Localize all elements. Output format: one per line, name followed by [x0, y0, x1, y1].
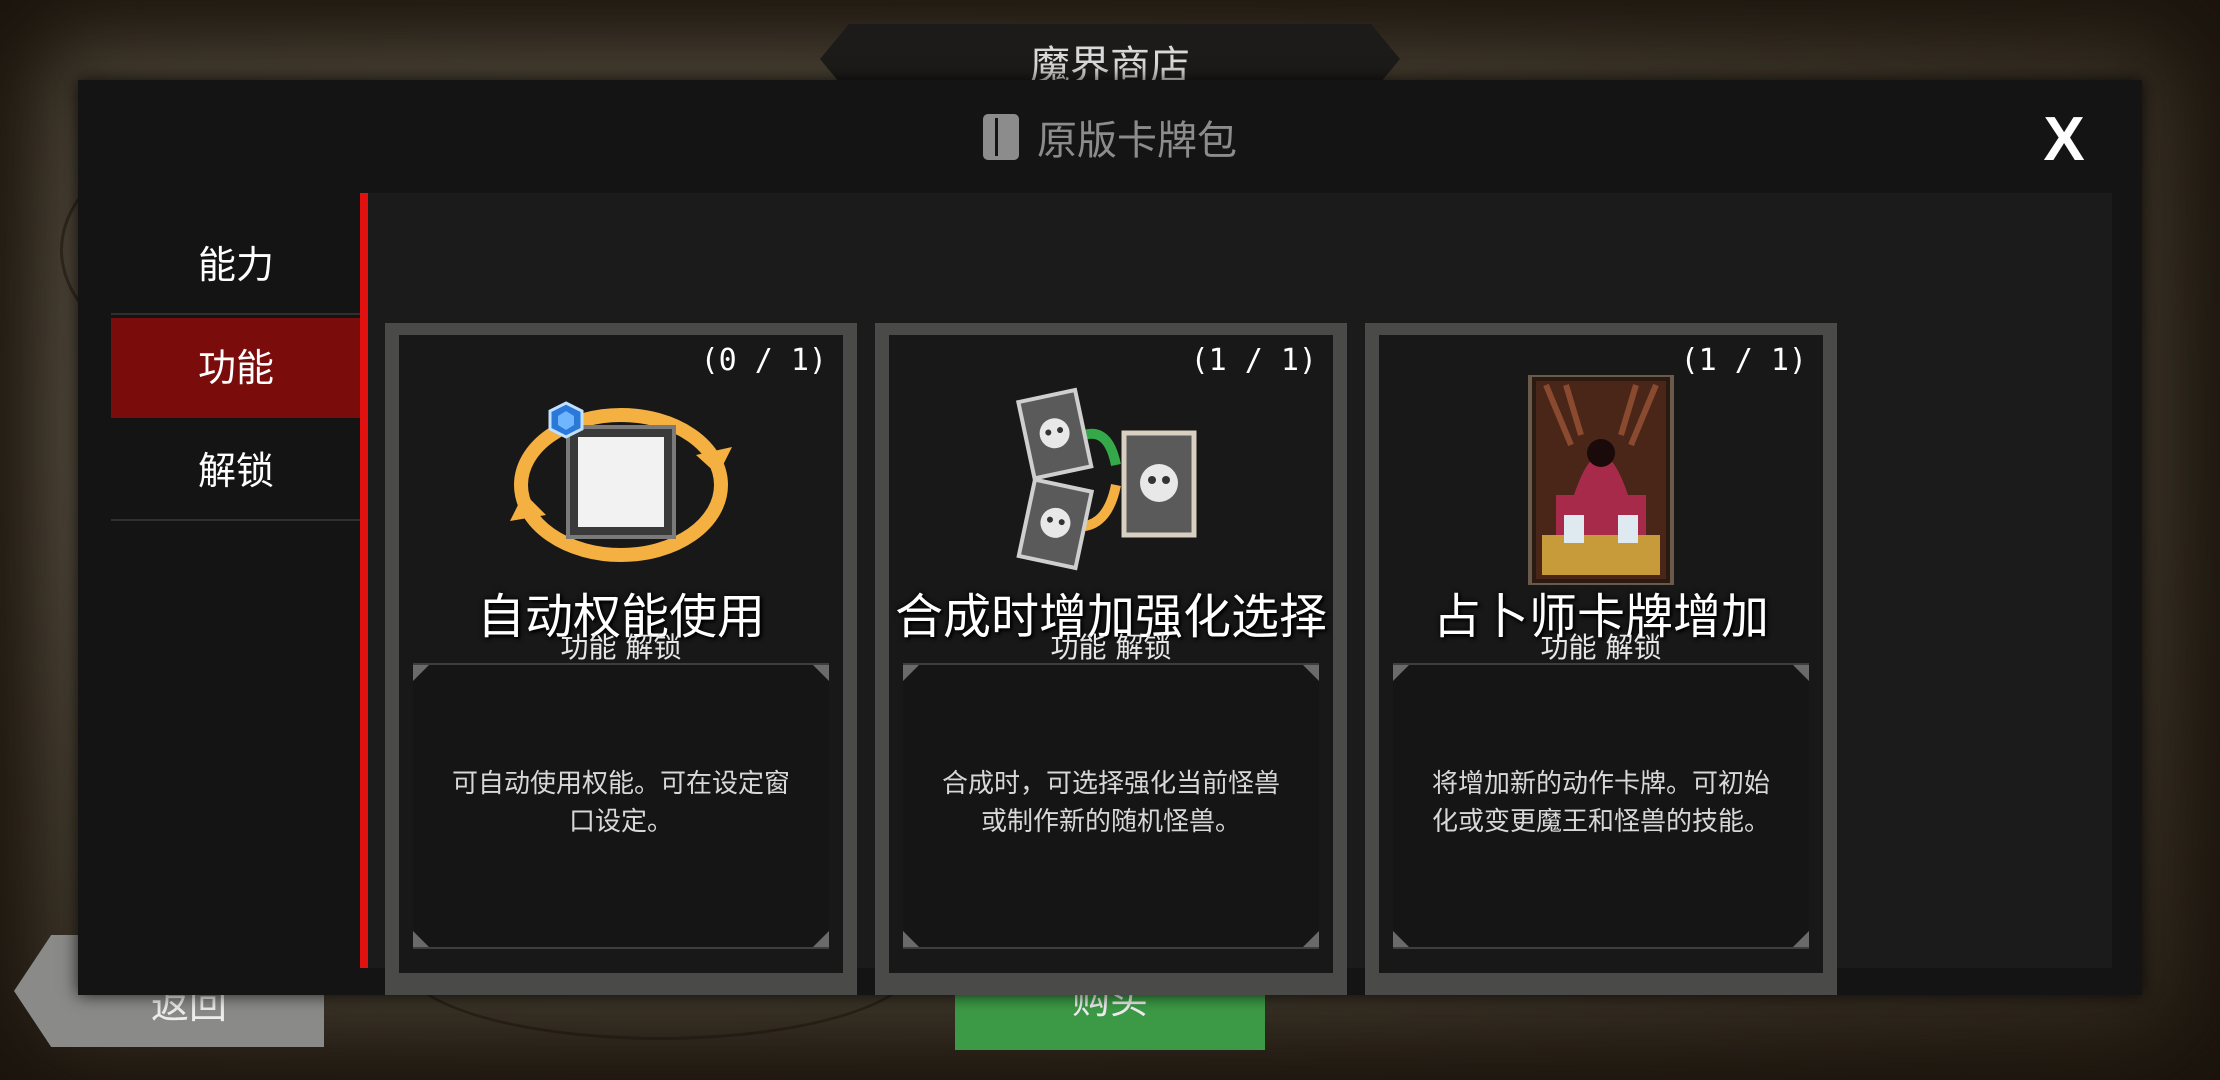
frame-corner — [903, 931, 919, 947]
description-line: 或制作新的随机怪兽。 — [980, 807, 1241, 837]
card-body: (0 / 1) 自动权能使用 功能 解锁 可自动使用权能。可在设定窗 口设定。 — [399, 335, 843, 973]
modal-header: 原版卡牌包 — [78, 80, 2142, 193]
card-fortune-teller[interactable]: (1 / 1) 占卜师卡牌增加 功能 解锁 将增加新的动作卡牌。可初始 化或变更… — [1365, 323, 1837, 995]
card-tag: 功能 解锁 — [1050, 631, 1172, 664]
card-count: (1 / 1) — [1190, 343, 1317, 378]
merge-cards-icon — [1015, 387, 1197, 571]
card-tag: 功能 解锁 — [560, 631, 682, 664]
frame-corner — [1303, 665, 1319, 681]
card-pack-modal: 原版卡牌包 X 能力 功能 解锁 (0 / 1) 自动权能使用 功能 解锁 可自… — [78, 80, 2142, 995]
menu-item-function[interactable]: 功能 — [111, 318, 361, 418]
book-icon — [983, 113, 1019, 160]
frame-corner — [413, 665, 429, 681]
card-merge-upgrade[interactable]: (1 / 1) 合成时增加强化选择 功能 解锁 合成时，可选择强化当前怪兽 或制… — [875, 323, 1347, 995]
menu-item-label: 功能 — [197, 346, 274, 390]
menu-item-label: 能力 — [197, 243, 274, 287]
frame-corner — [1393, 665, 1409, 681]
category-menu: 能力 功能 解锁 — [111, 215, 361, 524]
description-line: 化或变更魔王和怪兽的技能。 — [1431, 807, 1770, 837]
description-frame: 将增加新的动作卡牌。可初始 化或变更魔王和怪兽的技能。 — [1393, 663, 1809, 949]
card-description: 可自动使用权能。可在设定窗 口设定。 — [437, 765, 805, 841]
frame-corner — [1793, 931, 1809, 947]
description-frame: 合成时，可选择强化当前怪兽 或制作新的随机怪兽。 — [903, 663, 1319, 949]
frame-corner — [413, 931, 429, 947]
menu-item-unlock[interactable]: 解锁 — [111, 421, 361, 521]
card-count: (0 / 1) — [700, 343, 827, 378]
menu-divider — [360, 193, 368, 968]
card-description: 合成时，可选择强化当前怪兽 或制作新的随机怪兽。 — [927, 765, 1295, 841]
description-line: 口设定。 — [568, 807, 673, 837]
frame-corner — [1793, 665, 1809, 681]
close-button[interactable]: X — [2034, 109, 2094, 171]
menu-item-ability[interactable]: 能力 — [111, 215, 361, 315]
frame-corner — [813, 665, 829, 681]
card-body: (1 / 1) 占卜师卡牌增加 功能 解锁 将增加新的动作卡牌。可初始 化或变更… — [1379, 335, 1823, 973]
auto-cycle-icon — [510, 401, 732, 562]
card-list-panel: (0 / 1) 自动权能使用 功能 解锁 可自动使用权能。可在设定窗 口设定。 … — [368, 193, 2112, 995]
fortune-teller-card-icon — [1528, 375, 1674, 585]
card-auto-ability[interactable]: (0 / 1) 自动权能使用 功能 解锁 可自动使用权能。可在设定窗 口设定。 — [385, 323, 857, 995]
description-line: 合成时，可选择强化当前怪兽 — [941, 769, 1280, 799]
frame-corner — [1393, 931, 1409, 947]
close-icon: X — [2043, 105, 2085, 174]
description-frame: 可自动使用权能。可在设定窗 口设定。 — [413, 663, 829, 949]
frame-corner — [1303, 931, 1319, 947]
menu-item-label: 解锁 — [197, 449, 274, 493]
card-tag: 功能 解锁 — [1540, 631, 1662, 664]
card-description: 将增加新的动作卡牌。可初始 化或变更魔王和怪兽的技能。 — [1417, 765, 1785, 841]
card-body: (1 / 1) 合成时增加强化选择 功能 解锁 合成时，可选择强化当前怪兽 或制… — [889, 335, 1333, 973]
description-line: 可自动使用权能。可在设定窗 — [451, 769, 790, 799]
description-line: 将增加新的动作卡牌。可初始 — [1431, 769, 1770, 799]
card-count: (1 / 1) — [1680, 343, 1807, 378]
frame-corner — [903, 665, 919, 681]
modal-title: 原版卡牌包 — [1037, 117, 1237, 164]
frame-corner — [813, 931, 829, 947]
